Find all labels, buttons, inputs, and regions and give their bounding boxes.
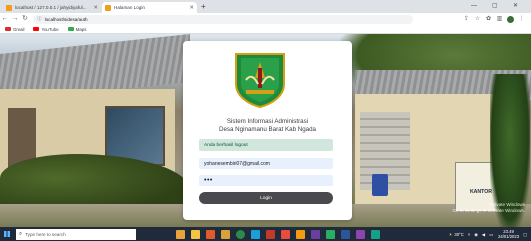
bookmark-star-icon[interactable]: ☆ bbox=[472, 13, 483, 25]
sidebar-icon[interactable]: ▥ bbox=[494, 13, 505, 25]
bookmark-maps[interactable]: Maps bbox=[67, 26, 87, 32]
browser-toolbar: ← → ↻ ⓘ localhost/sidesa/auth ⇪ ☆ ✿ ▥ ⋮ bbox=[0, 13, 531, 25]
windows-taskbar: ⌕ Type here to search ☀ 30°C ˄ ◉ ◀ ▭ 23.… bbox=[0, 227, 531, 241]
password-field[interactable] bbox=[199, 175, 333, 186]
tab-halaman-login[interactable]: Halaman Login ✕ bbox=[102, 2, 197, 13]
tab-title: Halaman Login bbox=[114, 5, 145, 10]
bookmarks-bar: Gmail YouTube Maps bbox=[0, 25, 531, 34]
phpmyadmin-favicon-icon bbox=[6, 4, 12, 11]
login-button[interactable]: Login bbox=[199, 192, 333, 204]
search-icon: ⌕ bbox=[19, 230, 23, 237]
close-window-icon[interactable]: ✕ bbox=[513, 1, 518, 11]
weather-icon[interactable]: ☀ bbox=[449, 232, 453, 237]
network-icon[interactable]: ◉ bbox=[474, 232, 478, 237]
taskbar-search[interactable]: ⌕ Type here to search bbox=[16, 228, 136, 240]
maps-icon bbox=[67, 27, 74, 31]
start-button[interactable] bbox=[0, 227, 14, 241]
tab-phpmyadmin[interactable]: localhost / 127.0.0.1 / jahyidiyaful... … bbox=[3, 2, 101, 13]
app-icon[interactable] bbox=[371, 229, 380, 239]
xampp-icon[interactable] bbox=[296, 229, 305, 239]
chevron-up-icon[interactable]: ˄ bbox=[468, 232, 470, 237]
file-explorer-icon[interactable] bbox=[191, 229, 200, 239]
url-text: localhost/sidesa/auth bbox=[44, 16, 88, 22]
info-icon[interactable]: ⓘ bbox=[37, 16, 42, 22]
activate-windows-watermark: Activate Windows Go to Settings to activ… bbox=[452, 202, 525, 214]
notifications-icon[interactable]: ▢ bbox=[523, 232, 527, 237]
clock[interactable]: 23.49 24/01/2023 bbox=[498, 229, 519, 239]
word-icon[interactable] bbox=[341, 229, 350, 239]
menu-dots-icon[interactable]: ⋮ bbox=[516, 13, 527, 25]
youtube-icon bbox=[33, 27, 40, 31]
profile-avatar[interactable] bbox=[507, 15, 514, 23]
bookmark-label: Gmail bbox=[13, 26, 25, 32]
title-line-1: Sistem Informasi Administrasi bbox=[226, 118, 309, 125]
watermark-line-2: Go to Settings to activate Windows. bbox=[452, 208, 525, 213]
taskbar-apps bbox=[176, 229, 386, 239]
bookmark-label: Maps bbox=[75, 26, 87, 32]
page-favicon-icon bbox=[105, 4, 111, 11]
login-card: Sistem Informasi Administrasi Desa Ngina… bbox=[183, 41, 352, 220]
chrome-icon[interactable] bbox=[236, 229, 245, 239]
app-icon[interactable] bbox=[281, 229, 290, 239]
maximize-icon[interactable]: ▢ bbox=[492, 1, 498, 11]
bookmark-youtube[interactable]: YouTube bbox=[33, 26, 59, 32]
app-icon[interactable] bbox=[266, 229, 275, 239]
weather-temp[interactable]: 30°C bbox=[454, 232, 463, 237]
clock-date: 24/01/2023 bbox=[498, 234, 520, 239]
share-icon[interactable]: ⇪ bbox=[461, 13, 472, 25]
task-view-icon[interactable] bbox=[176, 229, 185, 239]
app-icon[interactable] bbox=[326, 229, 335, 239]
app-icon[interactable] bbox=[356, 229, 365, 239]
close-tab-icon[interactable]: ✕ bbox=[189, 5, 194, 11]
forward-arrow-icon[interactable]: → bbox=[10, 13, 20, 25]
tab-title: localhost / 127.0.0.1 / jahyidiyaful... bbox=[15, 5, 87, 10]
system-tray: ☀ 30°C ˄ ◉ ◀ ▭ 23.49 24/01/2023 ▢ bbox=[449, 229, 531, 239]
app-icon[interactable] bbox=[311, 229, 320, 239]
gmail-icon bbox=[5, 27, 11, 31]
address-bar[interactable]: ⓘ localhost/sidesa/auth bbox=[33, 14, 413, 24]
minimize-icon[interactable]: — bbox=[471, 1, 477, 11]
logout-success-alert: Anda berhasil logout bbox=[199, 139, 333, 151]
bookmark-gmail[interactable]: Gmail bbox=[5, 27, 24, 32]
volume-icon[interactable]: ◀ bbox=[482, 232, 485, 237]
toolbar-icons: ⇪ ☆ ✿ ▥ ⋮ bbox=[461, 13, 527, 25]
windows-logo-icon bbox=[4, 231, 10, 237]
battery-icon[interactable]: ▭ bbox=[489, 232, 493, 237]
plus-icon[interactable]: + bbox=[201, 2, 206, 12]
close-tab-icon[interactable]: ✕ bbox=[93, 5, 98, 11]
bookmark-label: YouTube bbox=[41, 26, 59, 32]
search-placeholder: Type here to search bbox=[25, 231, 66, 237]
background-chair bbox=[372, 174, 388, 196]
extension-icon[interactable]: ✿ bbox=[483, 13, 494, 25]
page-title: Sistem Informasi Administrasi Desa Ngina… bbox=[183, 118, 352, 134]
ngada-regency-logo bbox=[235, 53, 285, 108]
email-field[interactable] bbox=[199, 158, 333, 169]
title-line-2: Desa Nginamanu Barat Kab Ngada bbox=[219, 126, 316, 133]
app-icon[interactable] bbox=[221, 229, 230, 239]
store-icon[interactable] bbox=[206, 229, 215, 239]
reload-icon[interactable]: ↻ bbox=[20, 13, 30, 25]
app-icon[interactable] bbox=[251, 229, 260, 239]
tab-strip: localhost / 127.0.0.1 / jahyidiyaful... … bbox=[0, 0, 531, 13]
page-viewport: KANTOR Sistem Informasi Administrasi Des… bbox=[0, 34, 531, 227]
back-arrow-icon[interactable]: ← bbox=[0, 13, 10, 25]
